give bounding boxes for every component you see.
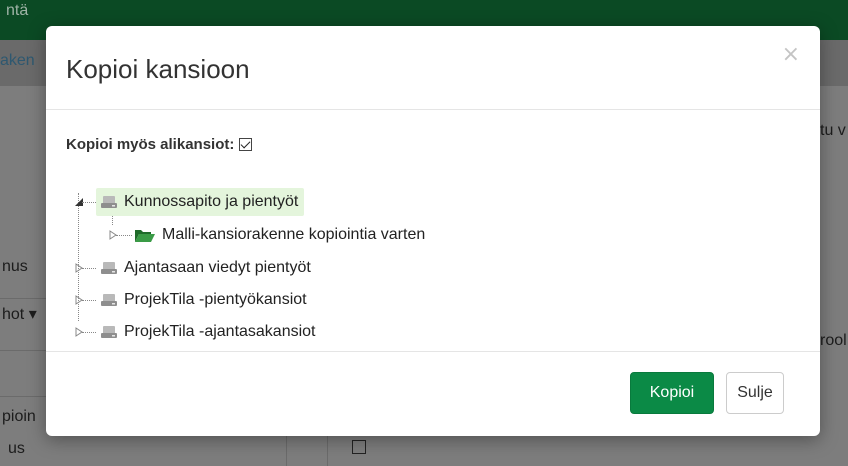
drive-icon [100, 195, 118, 209]
tree-connector [82, 268, 96, 269]
bg-text: rool [820, 332, 847, 349]
dialog-footer: Kopioi Sulje [46, 352, 820, 436]
copy-to-folder-dialog: Kopioi kansioon × Kopioi myös alikansiot… [46, 26, 820, 436]
copy-subfolders-checkbox[interactable] [239, 138, 253, 151]
tree-item-label: Kunnossapito ja pientyöt [124, 193, 299, 210]
tree-connector [82, 300, 96, 301]
close-button[interactable]: Sulje [726, 372, 784, 414]
tree-item-kunnossapito[interactable]: Kunnossapito ja pientyöt [96, 188, 305, 216]
copy-subfolders-label: Kopioi myös alikansiot: [66, 136, 235, 153]
bg-text: us [8, 440, 25, 457]
tree-item-projektila-pientyo[interactable]: ProjekTila -pientyökansiot [100, 286, 307, 314]
tree-item-ajantasaan[interactable]: Ajantasaan viedyt pientyöt [100, 254, 311, 282]
bg-dropdown[interactable]: hot ▾ [2, 304, 37, 324]
tree-connector [82, 332, 96, 333]
tree-item-label: Ajantasaan viedyt pientyöt [124, 259, 311, 276]
drive-icon [100, 325, 118, 339]
folder-open-icon [134, 227, 156, 243]
close-icon[interactable]: × [782, 44, 800, 66]
app-topbar-text: ntä [6, 2, 29, 19]
dialog-header: Kopioi kansioon × [46, 26, 820, 110]
copy-subfolders-option: Kopioi myös alikansiot: [66, 136, 253, 153]
tree-item-label: ProjekTila -ajantasakansiot [124, 323, 316, 340]
tree-item-projektila-ajantasa[interactable]: ProjekTila -ajantasakansiot [100, 318, 316, 346]
bg-text: tu v [820, 122, 846, 139]
bg-text: pioin [2, 408, 36, 425]
drive-icon [100, 261, 118, 275]
copy-button[interactable]: Kopioi [630, 372, 714, 414]
tree-item-label: ProjekTila -pientyökansiot [124, 291, 307, 308]
tree-item-malli-kansiorakenne[interactable]: Malli-kansiorakenne kopiointia varten [134, 221, 425, 249]
tree-item-label: Malli-kansiorakenne kopiointia varten [162, 226, 426, 243]
bg-text: nus [2, 258, 28, 275]
tree-connector [82, 202, 96, 203]
drive-icon [100, 293, 118, 307]
dialog-title: Kopioi kansioon [66, 54, 250, 84]
app-tab[interactable]: aken [0, 52, 35, 70]
dialog-body: Kopioi myös alikansiot: Kunnossapito ja … [46, 110, 820, 352]
tree-connector [116, 235, 132, 236]
bg-checkbox[interactable] [352, 440, 366, 454]
